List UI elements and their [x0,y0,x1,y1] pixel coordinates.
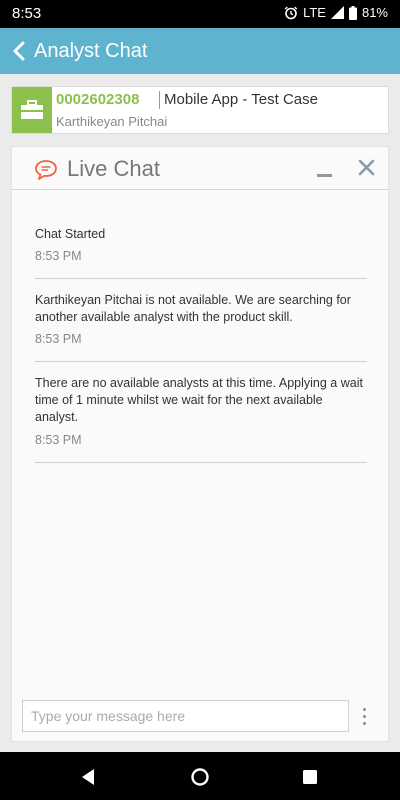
nav-home-icon[interactable] [189,766,211,788]
nav-back-icon[interactable] [78,766,100,788]
app-bar: Analyst Chat [0,28,400,74]
chat-message-time: 8:53 PM [35,433,82,447]
status-time: 8:53 [12,5,42,22]
status-icons: LTE 81% [284,5,388,20]
chat-panel: Live Chat Chat Started 8:53 PM Karthikey… [11,146,389,742]
message-divider [35,361,367,362]
system-nav-bar [0,752,400,800]
chat-message-time: 8:53 PM [35,332,82,346]
case-title: Mobile App - Test Case [164,91,318,108]
back-chevron-icon[interactable] [6,38,32,64]
briefcase-icon [12,87,52,133]
case-person: Karthikeyan Pitchai [56,114,168,129]
chat-header: Live Chat [12,147,388,190]
chat-message-time: 8:53 PM [35,249,82,263]
chat-message-text: Karthikeyan Pitchai is not available. We… [35,293,351,324]
more-vert-icon[interactable] [357,703,371,729]
case-number[interactable]: 0002602308 [56,91,139,108]
nav-recents-icon[interactable] [299,766,321,788]
battery-level: 81% [361,5,388,20]
chat-bubble-icon [35,160,57,180]
close-icon[interactable] [356,157,378,179]
chat-title: Live Chat [67,156,160,181]
case-separator [159,91,160,109]
case-card[interactable]: 0002602308 Mobile App - Test Case Karthi… [11,86,389,134]
signal-icon [330,6,344,19]
message-input[interactable] [22,700,349,732]
chat-message-text: There are no available analysts at this … [35,376,363,424]
status-bar: 8:53 LTE 81% [0,0,400,28]
page-title: Analyst Chat [34,39,148,62]
minimize-icon[interactable] [313,159,335,181]
message-divider [35,462,367,463]
chat-message-text: Chat Started [35,227,106,241]
network-label: LTE [303,5,326,20]
message-divider [35,278,367,279]
alarm-icon [284,6,298,19]
battery-icon [348,5,357,20]
